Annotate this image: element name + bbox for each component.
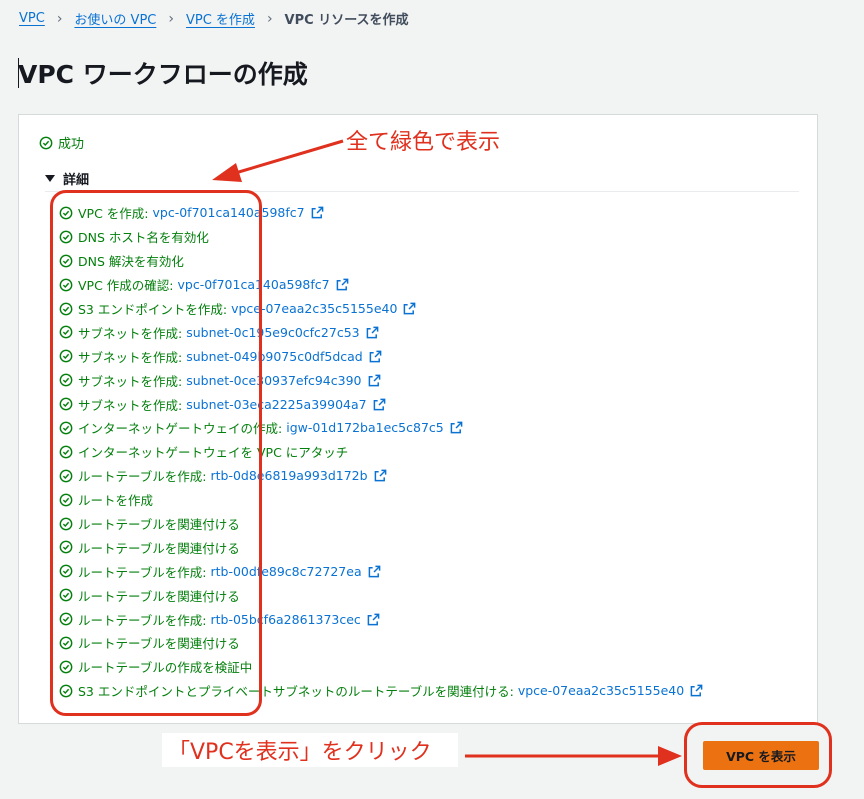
arrow-head-button <box>658 746 682 766</box>
arrow-to-steps <box>231 139 344 176</box>
arrow-head-steps <box>212 163 242 182</box>
annotation-arrows <box>212 139 682 766</box>
annotation-click-hint: 「VPCを表示」をクリック <box>162 733 458 767</box>
view-vpc-button[interactable]: VPC を表示 <box>703 741 819 770</box>
